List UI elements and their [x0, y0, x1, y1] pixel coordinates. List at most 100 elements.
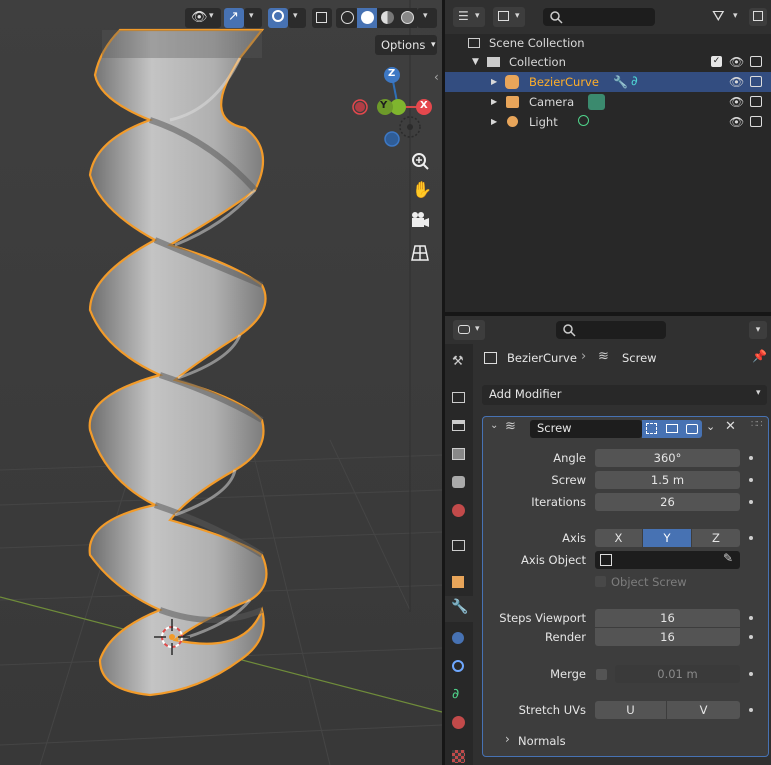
modifier-name-input[interactable]: Screw [530, 420, 642, 438]
disclosure-open-icon[interactable]: ▼ [472, 52, 479, 72]
add-modifier-dropdown[interactable]: Add Modifier ▾ [482, 385, 767, 405]
gizmo-dropdown[interactable]: ▾ [244, 8, 262, 28]
object-name-label: BezierCurve [529, 75, 599, 89]
overlays-toggle-button[interactable] [268, 8, 288, 28]
wrench-icon[interactable]: 🔧 [613, 72, 628, 92]
new-collection-button[interactable] [749, 8, 767, 26]
keyframe-dot[interactable] [749, 616, 753, 620]
physics-tab-icon[interactable] [452, 660, 464, 672]
texture-tab-icon[interactable] [452, 750, 465, 763]
collection-tab-icon[interactable] [452, 540, 465, 551]
keyframe-dot[interactable] [749, 500, 753, 504]
tool-tab-icon[interactable]: ⚒ [452, 354, 464, 369]
view-layer-tab-icon[interactable] [452, 448, 465, 460]
eye-icon[interactable]: 👁 [729, 72, 744, 92]
stretch-v-toggle[interactable]: V [667, 701, 740, 719]
properties-search-input[interactable] [556, 321, 666, 339]
overlays-dropdown[interactable]: ▾ [288, 8, 306, 28]
outliner-row-beziercurve[interactable]: ▶ BezierCurve 🔧 ∂ 👁 [445, 72, 771, 92]
keyframe-dot[interactable] [749, 536, 753, 540]
camera-view-button[interactable] [407, 208, 433, 234]
axis-y-button[interactable]: Y [643, 529, 691, 547]
visibility-dropdown[interactable]: 👁 ▾ [185, 8, 221, 28]
particles-tab-icon[interactable] [452, 632, 464, 644]
curve-data-tab-icon[interactable]: ∂ [452, 686, 459, 702]
keyframe-dot[interactable] [749, 708, 753, 712]
pin-icon[interactable]: 📌 [752, 349, 767, 363]
eyedropper-icon[interactable]: ✎ [723, 551, 733, 565]
disclosure-closed-icon[interactable]: ▶ [491, 72, 497, 92]
render-tab-icon[interactable] [452, 392, 465, 403]
light-data-icon[interactable] [578, 115, 589, 126]
modifiers-tab[interactable]: 🔧 [445, 596, 473, 622]
eye-icon[interactable]: 👁 [729, 52, 744, 72]
screw-field[interactable]: 1.5 m [595, 471, 740, 489]
eye-icon[interactable]: 👁 [729, 112, 744, 132]
axis-object-field[interactable]: ✎ [595, 551, 740, 569]
scene-collection-icon [468, 38, 480, 48]
disclosure-closed-icon[interactable]: ▶ [491, 92, 497, 112]
keyframe-dot[interactable] [749, 456, 753, 460]
stretch-u-toggle[interactable]: U [595, 701, 666, 719]
3d-viewport[interactable]: 👁 ▾ ↗ ▾ ▾ ▾ Options ▾ ‹ Z Y X ✋ [0, 0, 442, 765]
steps-viewport-field[interactable]: 16 [595, 609, 740, 627]
object-tab-icon[interactable] [452, 576, 464, 588]
options-dropdown[interactable]: Options ▾ [375, 35, 437, 55]
pan-button[interactable]: ✋ [407, 178, 433, 204]
collapse-chevron-icon[interactable]: ⌄ [490, 420, 498, 431]
keyframe-dot[interactable] [749, 635, 753, 639]
normals-subpanel-header[interactable]: › Normals [501, 731, 701, 751]
drag-handle-icon[interactable]: ∷∷ [751, 419, 763, 430]
editor-type-dropdown[interactable]: ▾ [453, 320, 485, 340]
merge-distance-field[interactable]: 0.01 m [615, 665, 740, 683]
axis-x-button[interactable]: X [595, 529, 642, 547]
outliner-row-camera[interactable]: ▶ Camera 👁 [445, 92, 771, 112]
iterations-field[interactable]: 26 [595, 493, 740, 511]
viewport-toggle[interactable] [662, 420, 682, 438]
keyframe-dot[interactable] [749, 672, 753, 676]
shading-rendered-button[interactable] [397, 8, 417, 28]
render-toggle[interactable] [682, 420, 702, 438]
world-tab-icon[interactable] [452, 504, 465, 517]
render-steps-value: 16 [660, 630, 675, 644]
filter-dropdown[interactable]: ⛛ ▾ [709, 7, 745, 27]
shading-wireframe-button[interactable] [336, 8, 358, 28]
output-tab-icon[interactable] [452, 420, 465, 431]
scene-tab-icon[interactable] [452, 476, 465, 488]
render-camera-icon[interactable] [750, 96, 762, 107]
render-steps-field[interactable]: 16 [595, 628, 740, 646]
keyframe-dot[interactable] [749, 478, 753, 482]
zoom-button[interactable] [407, 148, 433, 174]
close-icon[interactable]: ✕ [725, 419, 736, 434]
shading-material-button[interactable] [377, 8, 397, 28]
object-screw-checkbox[interactable] [595, 576, 606, 587]
outliner-row-scene-collection[interactable]: Scene Collection [445, 33, 771, 53]
outliner-search-input[interactable] [543, 8, 655, 26]
shading-dropdown[interactable]: ▾ [417, 8, 437, 28]
material-tab-icon[interactable] [452, 716, 465, 729]
options-dropdown[interactable]: ▾ [749, 321, 767, 339]
angle-field[interactable]: 360° [595, 449, 740, 467]
eye-icon[interactable]: 👁 [729, 92, 744, 112]
editor-type-dropdown[interactable]: ☰ ▾ [453, 7, 485, 27]
exclude-checkbox[interactable]: ✓ [711, 56, 722, 67]
chevron-down-icon[interactable]: ⌄ [706, 420, 715, 433]
perspective-toggle-button[interactable] [407, 240, 433, 266]
normals-label: Normals [518, 734, 566, 748]
display-mode-dropdown[interactable]: ▾ [493, 7, 525, 27]
stretch-u-label: U [626, 703, 635, 717]
render-camera-icon[interactable] [750, 116, 762, 127]
xray-toggle-button[interactable] [312, 8, 332, 28]
camera-data-icon[interactable] [588, 94, 605, 110]
outliner-row-light[interactable]: ▶ Light 👁 [445, 112, 771, 132]
gizmo-toggle-button[interactable]: ↗ [224, 8, 244, 28]
disclosure-closed-icon[interactable]: ▶ [491, 112, 497, 132]
axis-z-button[interactable]: Z [692, 529, 740, 547]
outliner-row-collection[interactable]: ▼ Collection ✓ 👁 [445, 52, 771, 72]
render-camera-icon[interactable] [750, 56, 762, 67]
shading-solid-button[interactable] [357, 8, 377, 28]
curve-data-icon[interactable]: ∂ [631, 72, 638, 92]
render-camera-icon[interactable] [750, 76, 762, 87]
merge-checkbox[interactable] [596, 669, 607, 680]
edit-mode-toggle[interactable] [642, 420, 662, 438]
